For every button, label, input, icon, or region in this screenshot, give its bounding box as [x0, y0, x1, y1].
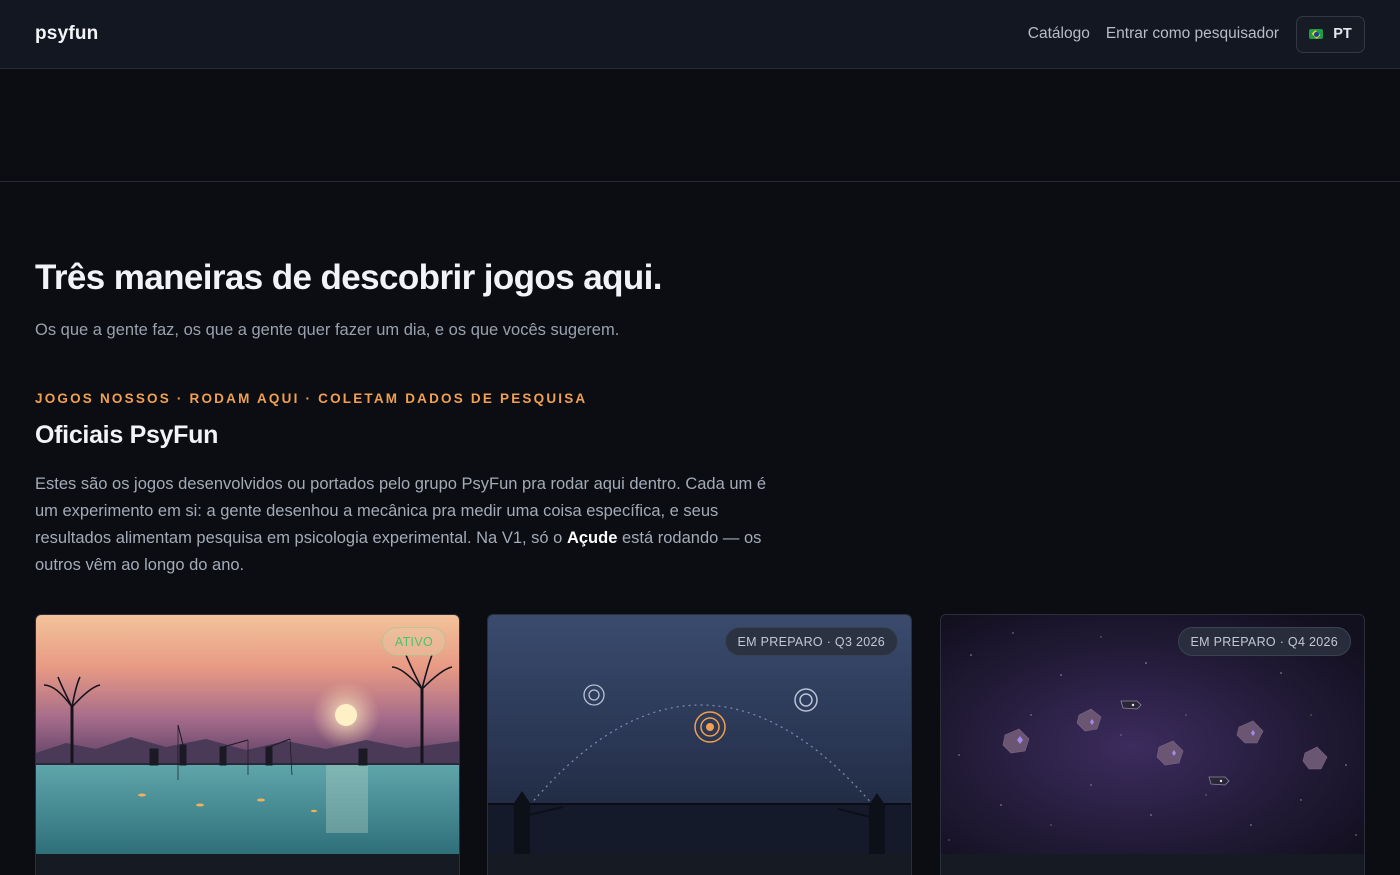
- card-footer: [36, 854, 459, 875]
- brazil-flag-icon: [1309, 29, 1324, 39]
- official-heading: Oficiais PsyFun: [35, 421, 219, 449]
- language-switcher[interactable]: PT: [1296, 15, 1365, 53]
- brand-logo[interactable]: psyfun: [35, 23, 98, 45]
- nav-link-catalog[interactable]: Catálogo: [1028, 25, 1090, 43]
- section-title: Três maneiras de descobrir jogos aqui.: [35, 258, 662, 297]
- top-nav: psyfun Catálogo Entrar como pesquisador …: [0, 0, 1400, 69]
- nav-link-researcher-login[interactable]: Entrar como pesquisador: [1106, 25, 1279, 43]
- language-label: PT: [1333, 26, 1352, 42]
- card-footer: [941, 854, 1364, 875]
- previous-section: [0, 69, 1400, 182]
- card-footer: [488, 854, 911, 875]
- section-subtitle: Os que a gente faz, os que a gente quer …: [35, 321, 620, 339]
- section-eyebrow: JOGOS NOSSOS · RODAM AQUI · COLETAM DADO…: [35, 391, 588, 406]
- official-description: Estes são os jogos desenvolvidos ou port…: [35, 471, 780, 579]
- nav-links: Catálogo Entrar como pesquisador PT: [1028, 15, 1365, 53]
- status-badge: ATIVO: [381, 627, 446, 656]
- game-card-q4[interactable]: EM PREPARO · Q4 2026: [940, 614, 1365, 875]
- game-card-q3[interactable]: EM PREPARO · Q3 2026: [487, 614, 912, 875]
- status-badge: EM PREPARO · Q3 2026: [724, 627, 898, 656]
- status-badge: EM PREPARO · Q4 2026: [1177, 627, 1351, 656]
- description-highlight: Açude: [566, 529, 618, 547]
- game-card-acude[interactable]: ATIVO: [35, 614, 460, 875]
